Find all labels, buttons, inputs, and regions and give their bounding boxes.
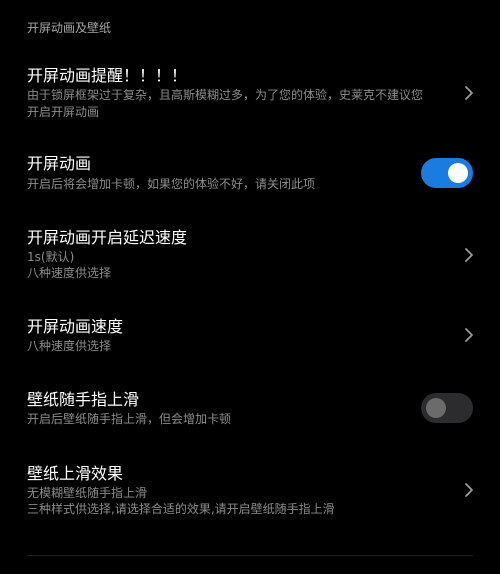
item-subtitle-line: 八种速度供选择 <box>27 266 112 280</box>
chevron-right-icon <box>462 84 476 102</box>
item-title: 开屏动画 <box>27 154 92 173</box>
item-wallpaper-swipe-effect[interactable]: 壁纸上滑效果 无模糊壁纸随手指上滑 三种样式供选择,请选择合适的效果,请开启壁纸… <box>0 460 500 522</box>
chevron-right-icon <box>462 326 476 344</box>
item-title: 开屏动画开启延迟速度 <box>27 228 188 247</box>
divider <box>27 555 473 556</box>
item-subtitle-line: 三种样式供选择,请选择合适的效果,请开启壁纸随手指上滑 <box>27 502 335 516</box>
item-wallpaper-follow-swipe[interactable]: 壁纸随手指上滑 开启后壁纸随手指上滑，但会增加卡顿 <box>0 386 500 434</box>
item-title: 开屏动画速度 <box>27 317 124 336</box>
item-subtitle-line: 开启后壁纸随手指上滑，但会增加卡顿 <box>27 412 232 426</box>
section-header: 开屏动画及壁纸 <box>27 21 112 35</box>
chevron-right-icon <box>462 246 476 264</box>
item-title: 开屏动画提醒！！！！ <box>27 66 188 85</box>
item-subtitle-line: 由于锁屏框架过于复杂，且高斯模糊过多，为了您的体验，史莱克不建议您 <box>27 88 424 102</box>
toggle-knob <box>426 398 446 418</box>
splash-animation-toggle[interactable] <box>421 158 473 188</box>
item-subtitle-line: 八种速度供选择 <box>27 339 112 353</box>
toggle-knob <box>448 163 468 183</box>
item-subtitle-line: 开启后将会增加卡顿，如果您的体验不好，请关闭此项 <box>27 177 316 191</box>
wallpaper-follow-swipe-toggle[interactable] <box>421 393 473 423</box>
item-title: 壁纸上滑效果 <box>27 464 124 483</box>
item-title: 壁纸随手指上滑 <box>27 390 140 409</box>
item-splash-reminder[interactable]: 开屏动画提醒！！！！ 由于锁屏框架过于复杂，且高斯模糊过多，为了您的体验，史莱克… <box>0 60 500 128</box>
chevron-right-icon <box>462 481 476 499</box>
item-subtitle-line: 开启开屏动画 <box>27 105 100 119</box>
item-splash-animation[interactable]: 开屏动画 开启后将会增加卡顿，如果您的体验不好，请关闭此项 <box>0 148 500 196</box>
item-splash-speed[interactable]: 开屏动画速度 八种速度供选择 <box>0 312 500 360</box>
item-splash-delay-speed[interactable]: 开屏动画开启延迟速度 1s(默认) 八种速度供选择 <box>0 224 500 286</box>
